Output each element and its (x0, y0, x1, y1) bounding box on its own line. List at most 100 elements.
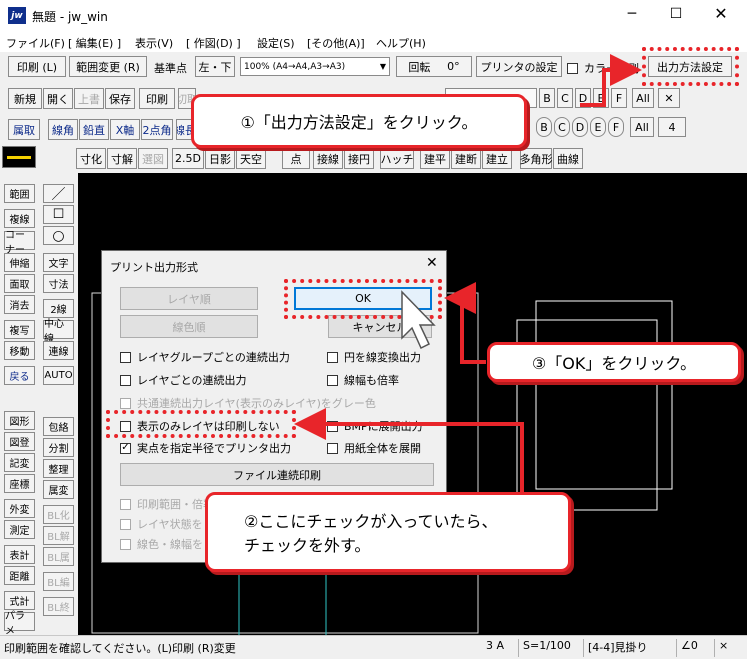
tool-move[interactable]: 移動 (4, 341, 35, 360)
checkbox-box[interactable] (327, 374, 338, 386)
printer-settings-button[interactable]: プリンタの設定 (476, 56, 562, 77)
file-batch-print-button[interactable]: ファイル連続印刷 (120, 463, 434, 486)
layer-b-button[interactable]: B (539, 88, 555, 108)
dim-break-button[interactable]: 寸解 (107, 148, 137, 169)
maximize-icon[interactable]: ☐ (666, 6, 686, 24)
tool-envelope[interactable]: 包絡 (43, 417, 74, 436)
tool-bl-end[interactable]: BL終 (43, 597, 74, 616)
menu-view[interactable]: 表示(V) (135, 35, 173, 51)
two-point-angle-button[interactable]: 2点角 (141, 119, 173, 140)
checkbox-box[interactable] (327, 442, 338, 454)
layer2-d-button[interactable]: D (572, 117, 588, 137)
circle-to-line-checkbox[interactable]: 円を線変換出力 (327, 349, 421, 365)
layer2-all-button[interactable]: All (630, 117, 654, 137)
attr-take-button[interactable]: 属取 (8, 119, 40, 140)
building-elevation-button[interactable]: 建立 (482, 148, 512, 169)
layer2-f-button[interactable]: F (608, 117, 624, 137)
tool-shape[interactable]: 図形 (4, 411, 35, 430)
dialog-close-icon[interactable]: ✕ (426, 255, 438, 271)
tool-auto[interactable]: AUTO (43, 366, 74, 385)
print-range-scale-checkbox[interactable]: 印刷範囲・倍率 (120, 496, 214, 512)
line-width-scale-checkbox[interactable]: 線幅も倍率 (327, 372, 399, 388)
tangent-circle-button[interactable]: 接円 (344, 148, 374, 169)
tool-attr-change[interactable]: 属変 (43, 480, 74, 499)
tool-table-calc[interactable]: 表計 (4, 545, 35, 564)
tool-corner[interactable]: コーナー (4, 230, 35, 256)
color-print-box[interactable] (567, 62, 578, 74)
layer-state-checkbox[interactable]: レイヤ状態を (120, 516, 203, 532)
layer-d-button[interactable]: D (575, 88, 591, 108)
range-change-button[interactable]: 範囲変更 (R) (69, 56, 147, 77)
checkbox-box[interactable] (120, 374, 131, 386)
menu-edit[interactable]: [ 編集(E) ] (68, 35, 121, 51)
menu-settings[interactable]: 設定(S) (257, 35, 295, 51)
line-color-order-button[interactable]: 線色順 (120, 315, 258, 338)
real-point-radius-checkbox[interactable]: ✓ 実点を指定半径でプリンタ出力 (120, 440, 291, 456)
tool-divide[interactable]: 分割 (43, 438, 74, 457)
tool-coordinate[interactable]: 座標 (4, 474, 35, 493)
print-tool-button[interactable]: 印刷 (139, 88, 175, 109)
line-color-width-checkbox[interactable]: 線色・線幅を (120, 536, 203, 552)
menu-file[interactable]: ファイル(F) (6, 35, 65, 51)
checkbox-box[interactable] (327, 351, 338, 363)
save-button[interactable]: 保存 (105, 88, 135, 109)
tool-line-icon[interactable]: ／ (43, 184, 74, 203)
layer2-e-button[interactable]: E (590, 117, 606, 137)
open-button[interactable]: 開く (43, 88, 73, 109)
vertical-button[interactable]: 鉛直 (79, 119, 109, 140)
layer-order-button[interactable]: レイヤ順 (120, 287, 258, 310)
building-plan-button[interactable]: 建平 (420, 148, 450, 169)
tool-erase[interactable]: 消去 (4, 295, 35, 314)
tool-connect-line[interactable]: 連線 (43, 341, 74, 360)
dim-convert-button[interactable]: 寸化 (76, 148, 106, 169)
sky-button[interactable]: 天空 (236, 148, 266, 169)
menu-draw[interactable]: [ 作図(D) ] (186, 35, 241, 51)
checkbox-box[interactable] (120, 538, 131, 550)
x-axis-button[interactable]: X軸 (110, 119, 140, 140)
tool-distance[interactable]: 距離 (4, 566, 35, 585)
checkbox-box[interactable] (120, 351, 131, 363)
tangent-button[interactable]: 接線 (313, 148, 343, 169)
hatch-button[interactable]: ハッチ (380, 148, 414, 169)
tool-rect-icon[interactable]: ☐ (43, 205, 74, 224)
chevron-down-icon[interactable]: ▼ (380, 62, 386, 71)
tool-text[interactable]: 文字 (43, 253, 74, 272)
two-five-d-button[interactable]: 2.5D (172, 148, 204, 169)
print-button[interactable]: 印刷 (L) (8, 56, 66, 77)
base-point-button[interactable]: 左・下 (195, 56, 235, 77)
menu-other[interactable]: [その他(A)] (307, 35, 365, 51)
line-type-indicator[interactable] (2, 146, 36, 168)
building-section-button[interactable]: 建断 (451, 148, 481, 169)
tool-dimension[interactable]: 寸法 (43, 274, 74, 293)
scale-select[interactable]: 100% (A4→A4,A3→A3) ▼ (240, 57, 390, 76)
layer-group-batch-checkbox[interactable]: レイヤグループごとの連続出力 (120, 349, 290, 365)
new-button[interactable]: 新規 (8, 88, 42, 109)
checkbox-box[interactable] (120, 498, 131, 510)
checkbox-box[interactable] (327, 420, 338, 432)
layer-c-button[interactable]: C (557, 88, 573, 108)
color-print-checkbox[interactable]: カラー印刷 (567, 60, 644, 76)
point-button[interactable]: 点 (282, 148, 310, 169)
tool-parametric[interactable]: パラメ (4, 611, 35, 637)
checkbox-box-checked[interactable]: ✓ (120, 442, 131, 454)
tool-shape-register[interactable]: 図登 (4, 432, 35, 451)
checkbox-box[interactable] (120, 518, 131, 530)
checkbox-box[interactable] (120, 397, 131, 409)
status-angle[interactable]: ∠0 (676, 639, 712, 657)
rotate-button[interactable]: 回転 0° (396, 56, 472, 77)
tool-external[interactable]: 外変 (4, 499, 35, 518)
tool-symbol-change[interactable]: 記変 (4, 453, 35, 472)
line-angle-button[interactable]: 線角 (48, 119, 78, 140)
select-figure-button[interactable]: 選図 (138, 148, 168, 169)
layer-batch-checkbox[interactable]: レイヤごとの連続出力 (120, 372, 247, 388)
layer-close-button[interactable]: ✕ (658, 88, 680, 108)
polygon-button[interactable]: 多角形 (520, 148, 553, 169)
tool-chamfer[interactable]: 面取 (4, 274, 35, 293)
tool-range[interactable]: 範囲 (4, 184, 35, 203)
status-mode[interactable]: [4-4]見掛り (583, 639, 673, 657)
layer2-group-button[interactable]: 4 (658, 117, 686, 137)
tool-bl-edit[interactable]: BL編 (43, 572, 74, 591)
minimize-icon[interactable]: ─ (622, 6, 642, 24)
overwrite-button[interactable]: 上書 (74, 88, 104, 109)
layer2-c-button[interactable]: C (554, 117, 570, 137)
